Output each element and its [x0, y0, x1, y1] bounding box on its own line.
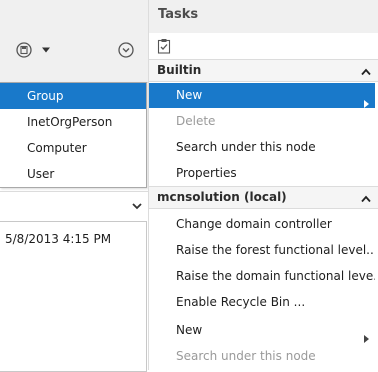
- circle-chevron-down-icon[interactable]: [118, 42, 134, 58]
- action-search-under-node-2[interactable]: Search under this node: [149, 344, 375, 369]
- collapse-caret-icon[interactable]: [361, 65, 371, 79]
- dropdown-item-inetorgperson[interactable]: InetOrgPerson: [0, 109, 146, 135]
- action-label: Search under this node: [176, 140, 316, 154]
- action-new-2[interactable]: New: [149, 318, 375, 343]
- details-box: 5/8/2013 4:15 PM: [0, 221, 147, 372]
- action-label: Change domain controller: [176, 217, 332, 231]
- dropdown-item-user[interactable]: User: [0, 161, 146, 187]
- tasks-pane: Tasks Builtin New Delete Search under th…: [148, 0, 378, 370]
- action-label: Properties: [176, 166, 237, 180]
- action-label: Raise the domain functional leve...: [176, 269, 375, 283]
- action-raise-forest-level[interactable]: Raise the forest functional level...: [149, 238, 375, 263]
- action-delete[interactable]: Delete: [149, 109, 375, 134]
- action-label: New: [176, 88, 203, 102]
- action-change-domain-controller[interactable]: Change domain controller: [149, 212, 375, 237]
- action-label: Raise the forest functional level...: [176, 243, 375, 257]
- action-enable-recycle-bin[interactable]: Enable Recycle Bin ...: [149, 290, 375, 315]
- dropdown-item-group[interactable]: Group: [0, 83, 146, 109]
- action-label: Enable Recycle Bin ...: [176, 295, 306, 309]
- submenu-arrow-icon: [364, 92, 369, 108]
- left-toolbar: [0, 0, 148, 83]
- left-pane: Group InetOrgPerson Computer User 5/8/20…: [0, 0, 148, 372]
- action-label: New: [176, 323, 203, 337]
- section-mcnsolution[interactable]: mcnsolution (local): [149, 186, 378, 209]
- save-icon[interactable]: [16, 42, 32, 58]
- chevron-down-icon[interactable]: [132, 199, 142, 213]
- section-label: mcnsolution (local): [157, 190, 287, 204]
- action-raise-domain-level[interactable]: Raise the domain functional leve...: [149, 264, 375, 289]
- section-builtin[interactable]: Builtin: [149, 59, 378, 82]
- dropdown-arrow-icon[interactable]: [38, 42, 54, 58]
- new-object-dropdown: Group InetOrgPerson Computer User: [0, 82, 147, 188]
- collapse-caret-icon[interactable]: [361, 192, 371, 206]
- modified-date: 5/8/2013 4:15 PM: [5, 232, 112, 246]
- action-properties[interactable]: Properties: [149, 161, 375, 186]
- tasks-header: Tasks: [149, 0, 378, 33]
- action-label: Delete: [176, 114, 216, 128]
- clipboard-icon[interactable]: [157, 38, 171, 54]
- collapse-bar: [0, 191, 148, 218]
- section-label: Builtin: [157, 63, 202, 77]
- action-label: Search under this node: [176, 349, 316, 363]
- action-search-under-node[interactable]: Search under this node: [149, 135, 375, 160]
- dropdown-item-computer[interactable]: Computer: [0, 135, 146, 161]
- action-new[interactable]: New: [149, 83, 375, 108]
- tasks-title: Tasks: [158, 7, 199, 22]
- submenu-arrow-icon: [364, 327, 369, 343]
